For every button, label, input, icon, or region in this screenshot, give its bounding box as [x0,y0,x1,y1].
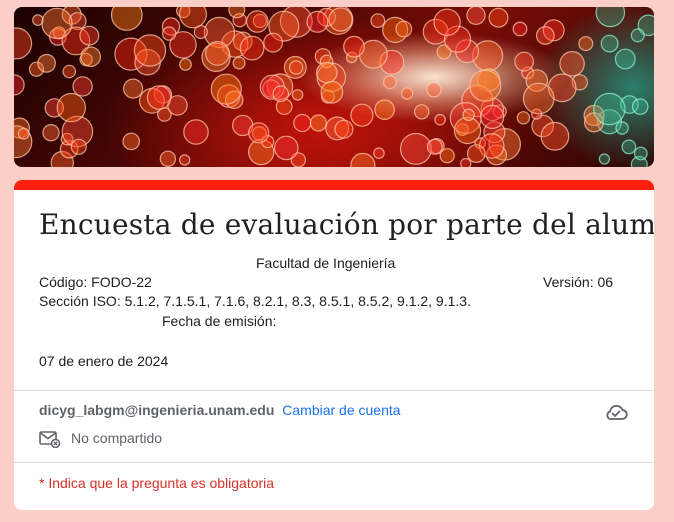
cloud-check-icon[interactable] [604,402,628,422]
accent-bar [14,180,654,190]
form-description: Facultad de Ingeniería Código: FODO-22 V… [14,255,654,375]
faculty-text: Facultad de Ingeniería [256,255,396,271]
sharing-status-row: No compartido [39,430,163,449]
sharing-status-text: No compartido [71,430,163,446]
divider [14,462,654,463]
required-note: * Indica que la pregunta es obligatoria [39,475,275,491]
mail-not-shared-icon [39,431,61,449]
iso-section-text: Sección ISO: 5.1.2, 7.1.5.1, 7.1.6, 8.2.… [39,293,471,309]
switch-account-link[interactable]: Cambiar de cuenta [282,402,400,418]
divider [14,390,654,391]
issue-date-value: 07 de enero de 2024 [39,353,169,369]
version-text: Versión: 06 [543,274,614,290]
issue-date-label: Fecha de emisión: [162,313,277,329]
account-email: dicyg_labgm@ingenieria.unam.edu [39,402,275,418]
bokeh-lights-decoration [14,7,654,167]
account-row: dicyg_labgm@ingenieria.unam.edu Cambiar … [39,402,401,418]
code-text: Código: FODO-22 [39,274,152,290]
form-title-card: Encuesta de evaluación por parte del alu… [14,180,654,510]
header-banner-image [14,7,654,167]
form-title: Encuesta de evaluación por parte del alu… [39,208,654,241]
